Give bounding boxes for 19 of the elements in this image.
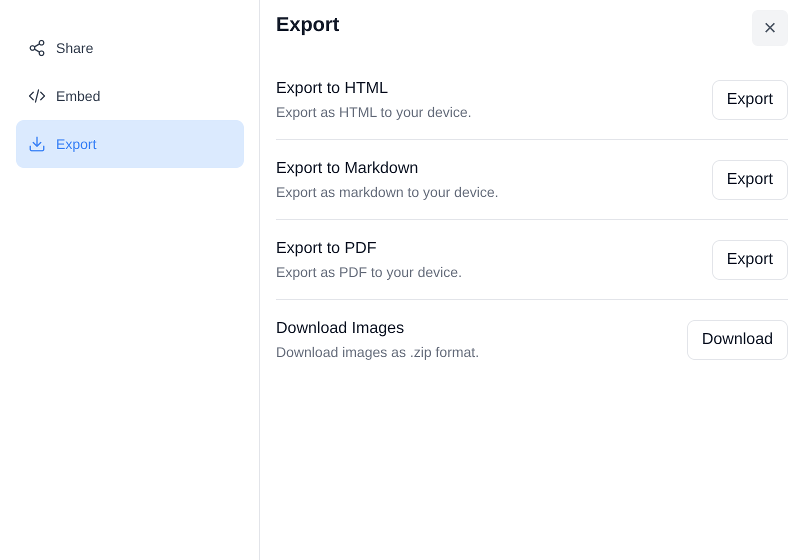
action-button[interactable]: Export	[712, 80, 788, 120]
option-title: Export to PDF	[276, 240, 378, 258]
panel-title: Export	[276, 14, 340, 36]
action-button[interactable]: Export	[712, 160, 788, 200]
close-button[interactable]: ×	[752, 10, 788, 46]
share-icon	[28, 39, 46, 57]
option-title: Download Images	[276, 320, 406, 338]
option-description: Export as markdown to your device.	[276, 184, 499, 200]
sidebar-item[interactable]: Share	[16, 24, 244, 72]
option-title: Export to HTML	[276, 80, 390, 98]
code-icon	[28, 87, 46, 105]
option-description: Download images as .zip format.	[276, 344, 480, 360]
sidebar-item[interactable]: Embed	[16, 72, 244, 120]
option-description: Export as HTML to your device.	[276, 104, 472, 120]
option-title: Export to Markdown	[276, 160, 420, 178]
action-button[interactable]: Export	[712, 240, 788, 280]
download-icon	[28, 135, 46, 153]
option-description: Export as PDF to your device.	[276, 264, 462, 280]
action-button[interactable]: Download	[686, 320, 788, 360]
